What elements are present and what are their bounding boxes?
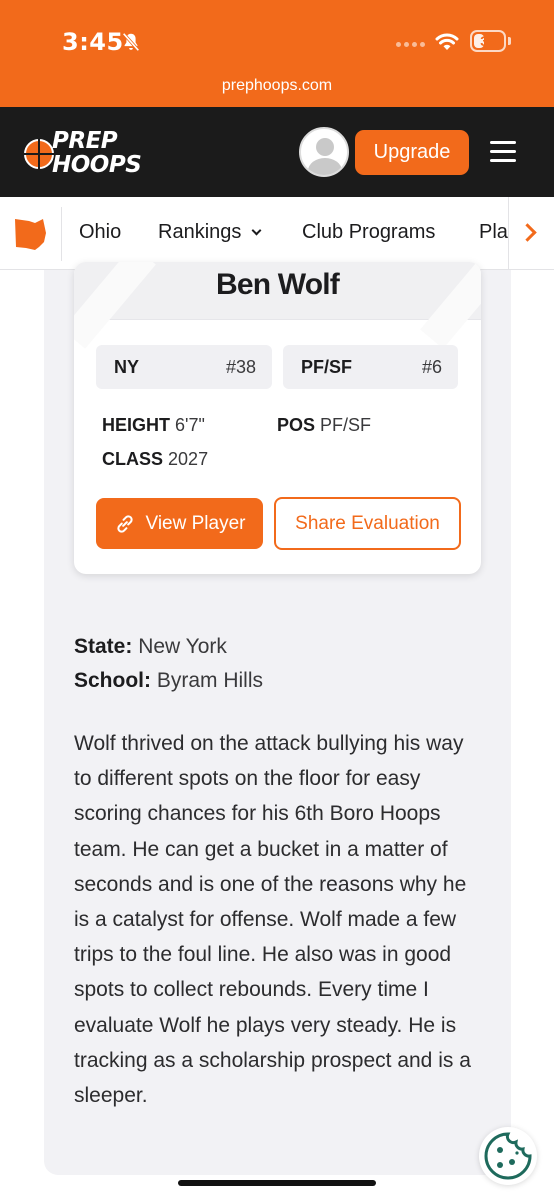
cookie-icon	[484, 1132, 532, 1180]
nav-item-players[interactable]: Pla	[479, 221, 508, 244]
link-icon	[116, 514, 133, 533]
browser-top-bar: 3:45 35 prephoops.com	[0, 0, 554, 107]
basketball-icon	[24, 139, 54, 169]
share-evaluation-button[interactable]: Share Evaluation	[274, 497, 461, 550]
height-label: HEIGHT	[102, 415, 171, 435]
signal-icon	[396, 42, 425, 47]
school-info: School: Byram Hills	[74, 669, 263, 693]
state-info-label: State:	[74, 635, 133, 658]
school-info-value: Byram Hills	[156, 669, 264, 692]
site-header: PREP HOOPS Upgrade	[0, 107, 554, 197]
nav-item-ohio[interactable]: Ohio	[79, 221, 121, 244]
chevron-right-icon	[518, 223, 537, 242]
chevron-down-icon	[251, 225, 262, 236]
menu-icon[interactable]	[490, 141, 516, 163]
state-info: State: New York	[74, 635, 227, 659]
state-nav: Ohio Rankings Club Programs Pla	[0, 197, 554, 270]
height-attr: HEIGHT 6'7"	[102, 415, 205, 436]
state-rank-value: #38	[225, 357, 256, 377]
height-value: 6'7"	[175, 415, 205, 435]
state-rank-label: NY	[114, 357, 140, 377]
player-card: Ben Wolf NY #38 PF/SF #6 HEIGHT 6'7" POS…	[74, 262, 481, 574]
address-bar-url[interactable]: prephoops.com	[0, 77, 554, 95]
battery-icon: 35	[470, 30, 506, 52]
view-player-button[interactable]: View Player	[96, 498, 263, 549]
class-label: CLASS	[102, 449, 164, 469]
nav-item-rankings-label: Rankings	[158, 221, 242, 243]
school-info-label: School:	[74, 669, 151, 692]
nav-scroll-right-button[interactable]	[508, 197, 554, 269]
position-rank-value: #6	[421, 357, 442, 377]
class-attr: CLASS 2027	[102, 449, 208, 470]
avatar-icon[interactable]	[299, 127, 349, 177]
battery-tip	[508, 37, 511, 45]
state-rank-chip: NY #38	[96, 345, 272, 389]
player-card-header: Ben Wolf	[74, 262, 481, 349]
pos-label: POS	[277, 415, 316, 435]
upgrade-button[interactable]: Upgrade	[355, 130, 469, 175]
position-rank-chip: PF/SF #6	[283, 345, 458, 389]
status-time: 3:45	[62, 28, 124, 56]
view-player-label: View Player	[145, 512, 246, 534]
wifi-icon	[435, 33, 459, 50]
player-name: Ben Wolf	[215, 268, 340, 301]
bell-slash-icon	[122, 32, 140, 52]
pos-attr: POS PF/SF	[277, 415, 371, 436]
logo-line-1: PREP	[52, 128, 118, 154]
home-indicator[interactable]	[178, 1180, 376, 1186]
nav-divider	[61, 207, 62, 261]
evaluation-text: Wolf thrived on the attack bullying his …	[74, 732, 471, 1108]
nav-item-rankings[interactable]: Rankings	[158, 221, 262, 244]
prep-hoops-logo[interactable]: PREP HOOPS	[20, 127, 142, 183]
ohio-state-icon[interactable]	[13, 216, 49, 252]
pos-value: PF/SF	[320, 415, 372, 435]
nav-item-club-programs[interactable]: Club Programs	[302, 221, 435, 244]
logo-line-2: HOOPS	[52, 152, 142, 178]
position-rank-label: PF/SF	[301, 357, 353, 377]
battery-percent: 35	[480, 33, 496, 49]
state-info-value: New York	[138, 635, 227, 658]
class-value: 2027	[168, 449, 209, 469]
cookie-settings-button[interactable]	[479, 1127, 537, 1185]
logo-text: PREP HOOPS	[52, 128, 142, 178]
